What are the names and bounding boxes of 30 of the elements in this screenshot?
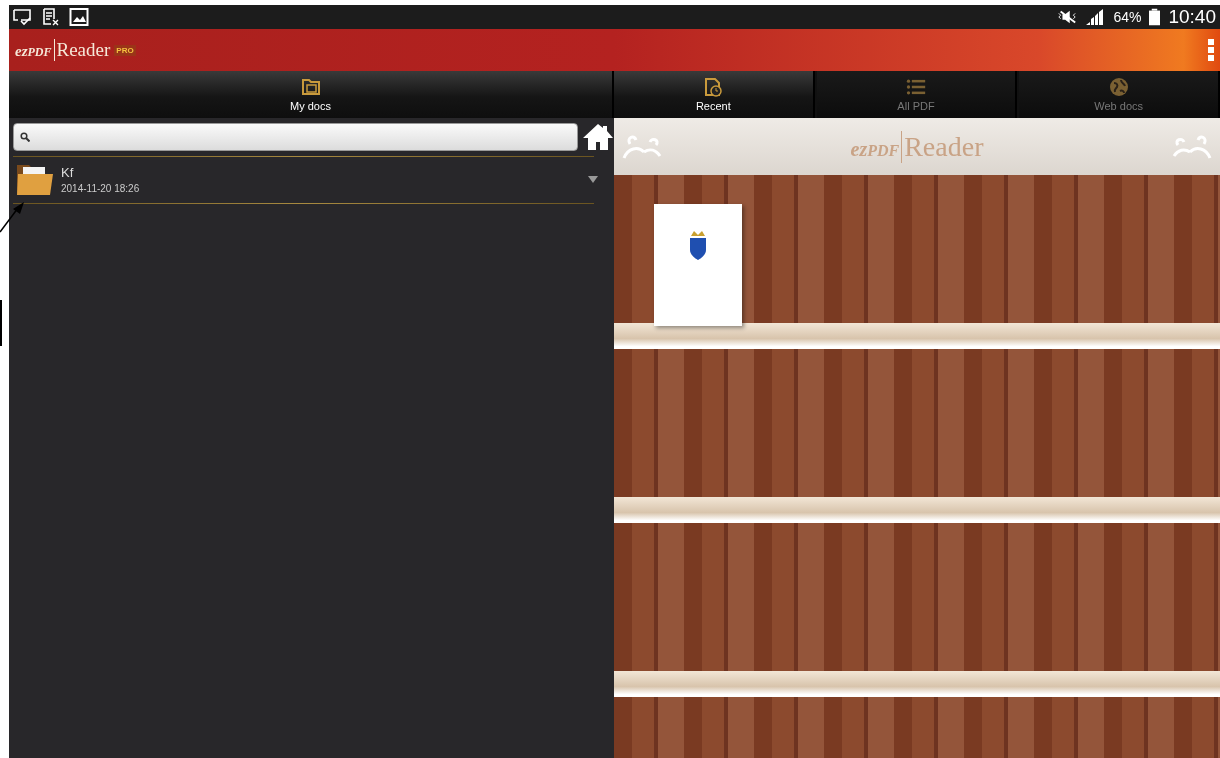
battery-icon bbox=[1149, 8, 1161, 26]
folder-icon bbox=[300, 77, 321, 97]
battery-percent: 64% bbox=[1113, 9, 1142, 25]
document-clock-icon bbox=[703, 77, 724, 97]
globe-icon bbox=[1108, 77, 1129, 97]
folder-row[interactable]: Kf 2014-11-20 18:26 bbox=[9, 157, 614, 201]
tab[interactable]: My docs bbox=[9, 71, 614, 118]
crest-icon bbox=[688, 230, 708, 262]
image-icon bbox=[69, 8, 89, 26]
caret-icon[interactable] bbox=[588, 175, 598, 183]
tab[interactable]: All PDF bbox=[816, 71, 1018, 118]
menu-icon[interactable] bbox=[1208, 39, 1214, 61]
search-icon bbox=[20, 132, 30, 142]
folder-name: Kf bbox=[61, 164, 75, 180]
signal-icon bbox=[1085, 8, 1106, 26]
screen-check-icon bbox=[13, 8, 33, 26]
home-icon[interactable] bbox=[582, 123, 614, 151]
logo-text: ezPDF Reader bbox=[850, 130, 984, 163]
mute-vibrate-icon bbox=[1057, 8, 1078, 26]
pro-badge: PRO bbox=[114, 44, 136, 56]
clock-time: 10:40 bbox=[1168, 6, 1216, 28]
document-x-icon bbox=[41, 8, 61, 26]
search-field[interactable] bbox=[13, 123, 578, 151]
document-thumbnail[interactable] bbox=[654, 204, 742, 326]
folder-date: 2014-11-20 18:26 bbox=[61, 182, 141, 194]
tab[interactable]: Recent bbox=[614, 71, 815, 118]
logo-text: ezPDF Reader bbox=[15, 39, 111, 61]
pointer-arrow bbox=[0, 200, 26, 234]
tab[interactable]: Web docs bbox=[1019, 71, 1220, 118]
list-icon bbox=[906, 77, 926, 97]
